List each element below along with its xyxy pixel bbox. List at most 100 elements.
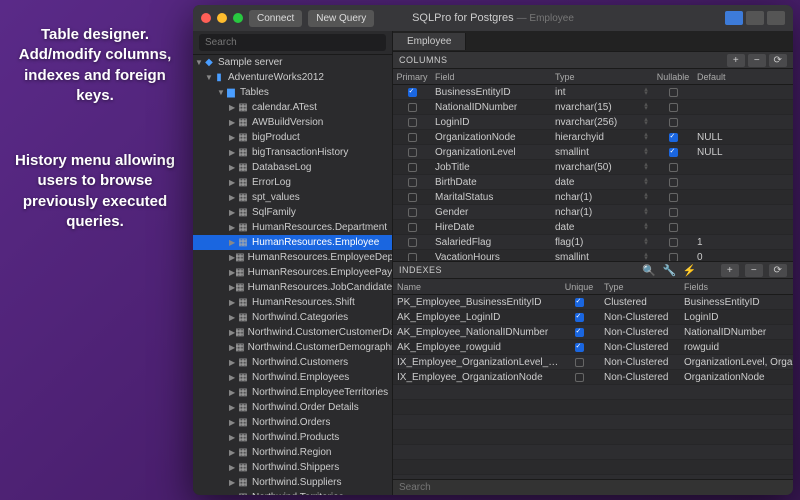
table-node[interactable]: ▦Northwind.CustomerCustomerDemo [193, 325, 392, 340]
table-node[interactable]: ▦Northwind.Shippers [193, 460, 392, 475]
column-row[interactable]: JobTitle nvarchar(50) ▴▾ [393, 160, 793, 175]
type-stepper-icon[interactable]: ▴▾ [644, 223, 648, 231]
column-row[interactable]: Gender nchar(1) ▴▾ [393, 205, 793, 220]
type-stepper-icon[interactable]: ▴▾ [644, 103, 648, 111]
primary-checkbox[interactable] [408, 118, 417, 127]
indexes-grid[interactable]: PK_Employee_BusinessEntityID Clustered B… [393, 295, 793, 479]
table-node[interactable]: ▦Northwind.Products [193, 430, 392, 445]
type-stepper-icon[interactable]: ▴▾ [644, 163, 648, 171]
table-node[interactable]: ▦AWBuildVersion [193, 115, 392, 130]
type-stepper-icon[interactable]: ▴▾ [644, 253, 648, 261]
table-node[interactable]: ▦bigTransactionHistory [193, 145, 392, 160]
index-row[interactable]: AK_Employee_NationalIDNumber Non-Cluster… [393, 325, 793, 340]
table-node[interactable]: ▦HumanResources.Department [193, 220, 392, 235]
nullable-checkbox[interactable] [669, 208, 678, 217]
table-node[interactable]: ▦calendar.ATest [193, 100, 392, 115]
index-row[interactable]: AK_Employee_LoginID Non-Clustered LoginI… [393, 310, 793, 325]
table-node[interactable]: ▦DatabaseLog [193, 160, 392, 175]
primary-checkbox[interactable] [408, 88, 417, 97]
refresh-indexes-button[interactable]: ⟳ [769, 264, 787, 277]
table-node[interactable]: ▦HumanResources.JobCandidate [193, 280, 392, 295]
refresh-columns-button[interactable]: ⟳ [769, 54, 787, 67]
nullable-checkbox[interactable] [669, 118, 678, 127]
type-stepper-icon[interactable]: ▴▾ [644, 238, 648, 246]
primary-checkbox[interactable] [408, 238, 417, 247]
layout-option-3[interactable] [767, 11, 785, 25]
table-node[interactable]: ▦HumanResources.EmployeeDepartmentH [193, 250, 392, 265]
nullable-checkbox[interactable] [669, 148, 678, 157]
type-stepper-icon[interactable]: ▴▾ [644, 118, 648, 126]
wrench-icon[interactable]: 🔧 [663, 264, 677, 277]
primary-checkbox[interactable] [408, 163, 417, 172]
column-row[interactable]: MaritalStatus nchar(1) ▴▾ [393, 190, 793, 205]
index-row[interactable]: IX_Employee_OrganizationLevel_… Non-Clus… [393, 355, 793, 370]
table-node[interactable]: ▦Northwind.Categories [193, 310, 392, 325]
nullable-checkbox[interactable] [669, 133, 678, 142]
close-icon[interactable] [201, 13, 211, 23]
table-node[interactable]: ▦Northwind.CustomerDemographics [193, 340, 392, 355]
column-row[interactable]: SalariedFlag flag(1) ▴▾ 1 [393, 235, 793, 250]
nullable-checkbox[interactable] [669, 178, 678, 187]
table-node[interactable]: ▦Northwind.EmployeeTerritories [193, 385, 392, 400]
primary-checkbox[interactable] [408, 103, 417, 112]
unique-checkbox[interactable] [575, 373, 584, 382]
column-row[interactable]: HireDate date ▴▾ [393, 220, 793, 235]
primary-checkbox[interactable] [408, 253, 417, 262]
table-node[interactable]: ▦Northwind.Orders [193, 415, 392, 430]
column-row[interactable]: VacationHours smallint ▴▾ 0 [393, 250, 793, 261]
tab-employee[interactable]: Employee [393, 33, 466, 50]
nullable-checkbox[interactable] [669, 253, 678, 262]
table-node[interactable]: ▦HumanResources.EmployeePayHistory [193, 265, 392, 280]
table-node[interactable]: ▦Northwind.Employees [193, 370, 392, 385]
column-row[interactable]: LoginID nvarchar(256) ▴▾ [393, 115, 793, 130]
primary-checkbox[interactable] [408, 193, 417, 202]
type-stepper-icon[interactable]: ▴▾ [644, 193, 648, 201]
table-node[interactable]: ▦Northwind.Suppliers [193, 475, 392, 490]
table-node[interactable]: ▦Northwind.Territories [193, 490, 392, 495]
columns-grid[interactable]: BusinessEntityID int ▴▾ NationalIDNumber… [393, 85, 793, 261]
add-index-button[interactable]: + [721, 264, 739, 277]
column-row[interactable]: OrganizationLevel smallint ▴▾ NULL [393, 145, 793, 160]
nullable-checkbox[interactable] [669, 88, 678, 97]
new-query-button[interactable]: New Query [308, 10, 374, 27]
index-row[interactable]: PK_Employee_BusinessEntityID Clustered B… [393, 295, 793, 310]
index-row[interactable]: AK_Employee_rowguid Non-Clustered rowgui… [393, 340, 793, 355]
table-node[interactable]: ▦ErrorLog [193, 175, 392, 190]
indexes-search-input[interactable] [399, 482, 787, 493]
nullable-checkbox[interactable] [669, 238, 678, 247]
table-node[interactable]: ▦Northwind.Customers [193, 355, 392, 370]
type-stepper-icon[interactable]: ▴▾ [644, 148, 648, 156]
remove-index-button[interactable]: − [745, 264, 763, 277]
minimize-icon[interactable] [217, 13, 227, 23]
unique-checkbox[interactable] [575, 328, 584, 337]
remove-column-button[interactable]: − [748, 54, 766, 67]
unique-checkbox[interactable] [575, 343, 584, 352]
table-node[interactable]: ▦Northwind.Region [193, 445, 392, 460]
nullable-checkbox[interactable] [669, 103, 678, 112]
type-stepper-icon[interactable]: ▴▾ [644, 178, 648, 186]
table-node[interactable]: ▦HumanResources.Shift [193, 295, 392, 310]
connect-button[interactable]: Connect [249, 10, 302, 27]
database-node[interactable]: ▮AdventureWorks2012 [193, 70, 392, 85]
column-row[interactable]: BirthDate date ▴▾ [393, 175, 793, 190]
column-row[interactable]: BusinessEntityID int ▴▾ [393, 85, 793, 100]
index-row[interactable]: IX_Employee_OrganizationNode Non-Cluster… [393, 370, 793, 385]
table-node[interactable]: ▦spt_values [193, 190, 392, 205]
table-node[interactable]: ▦SqlFamily [193, 205, 392, 220]
tables-folder[interactable]: ▆Tables [193, 85, 392, 100]
sidebar-search-input[interactable] [199, 34, 386, 51]
nullable-checkbox[interactable] [669, 193, 678, 202]
layout-option-2[interactable] [746, 11, 764, 25]
type-stepper-icon[interactable]: ▴▾ [644, 88, 648, 96]
nullable-checkbox[interactable] [669, 163, 678, 172]
server-node[interactable]: ◆Sample server [193, 55, 392, 70]
search-icon[interactable]: 🔍 [642, 264, 656, 277]
nullable-checkbox[interactable] [669, 223, 678, 232]
table-node[interactable]: ▦bigProduct [193, 130, 392, 145]
column-row[interactable]: NationalIDNumber nvarchar(15) ▴▾ [393, 100, 793, 115]
table-node[interactable]: ▦HumanResources.Employee [193, 235, 392, 250]
unique-checkbox[interactable] [575, 358, 584, 367]
column-row[interactable]: OrganizationNode hierarchyid ▴▾ NULL [393, 130, 793, 145]
primary-checkbox[interactable] [408, 208, 417, 217]
zoom-icon[interactable] [233, 13, 243, 23]
